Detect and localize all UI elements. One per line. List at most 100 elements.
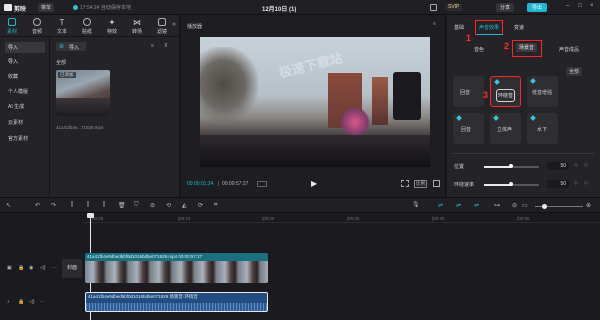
- expand-tabs-icon[interactable]: »: [172, 21, 176, 28]
- diamond-icon: [530, 115, 536, 121]
- crop-icon[interactable]: ⌗: [214, 202, 217, 209]
- split-left-icon[interactable]: ⫿: [87, 202, 89, 209]
- video-track-mute-icon[interactable]: ◁): [40, 265, 46, 271]
- effect-card-underwater[interactable]: 水下: [527, 113, 558, 144]
- layout-icon[interactable]: [430, 4, 437, 11]
- tab-basic[interactable]: 基础: [454, 24, 464, 31]
- play-icon[interactable]: ▶: [311, 179, 317, 188]
- effect-card-echo-2[interactable]: 回音: [453, 113, 484, 144]
- delete-icon[interactable]: 🗑: [118, 202, 126, 209]
- effect-card-echo[interactable]: 回音: [453, 76, 484, 107]
- zoom-slider-knob[interactable]: [542, 204, 547, 209]
- filter-dropdown[interactable]: 全部: [566, 67, 583, 76]
- ratio-button[interactable]: 比例: [414, 180, 427, 188]
- video-clip-title: 41a41fb4e9dbed5bf0d1016bd5e071929.mp4 00…: [87, 254, 203, 259]
- annotation-2: 2: [504, 41, 510, 51]
- maximize-icon[interactable]: □: [578, 3, 582, 9]
- player-menu-icon[interactable]: ≡: [433, 21, 436, 27]
- cover-button[interactable]: 封面: [62, 259, 82, 278]
- top-bar: 剪映 菜单 17:54:24 自动保存本地 12月10日 (1) SVIP 分享…: [0, 0, 600, 15]
- side-menu-item-ai[interactable]: AI 生成: [8, 103, 24, 110]
- side-menu-item-import[interactable]: 导入: [8, 58, 18, 65]
- minimize-icon[interactable]: –: [566, 3, 569, 9]
- undo-icon[interactable]: ↶: [35, 202, 40, 209]
- position-keyframe-icon[interactable]: ◇: [584, 162, 588, 168]
- sparkle-icon: ✦: [108, 18, 116, 27]
- playhead-handle[interactable]: [87, 213, 94, 218]
- tab-transition[interactable]: ⋈ 转场: [128, 18, 146, 35]
- side-menu-item-cloud[interactable]: 云素材: [8, 119, 23, 126]
- link-main-icon[interactable]: ⇌: [438, 202, 443, 209]
- speed-slider-knob[interactable]: [509, 182, 513, 186]
- sort-icon[interactable]: ≡: [151, 43, 154, 49]
- freeze-icon[interactable]: ⊘: [150, 202, 155, 209]
- caption-icon[interactable]: ▭: [522, 202, 528, 209]
- tab-sticker[interactable]: 贴纸: [78, 18, 96, 35]
- mark-icon[interactable]: ⛉: [134, 202, 139, 209]
- audio-clip-title: 41a41fb4e9dbed5bf0d1016bd5e071929 场景音·环绕…: [88, 294, 198, 299]
- video-track-lock-icon[interactable]: ▣: [7, 265, 12, 271]
- audio-track-mute-icon[interactable]: ◁): [29, 299, 35, 305]
- import-button[interactable]: ⊕ 导入: [56, 42, 86, 51]
- audio-track-more-icon[interactable]: ⋯: [40, 299, 45, 305]
- subtab-finished-sound[interactable]: 声音成品: [559, 46, 579, 53]
- side-menu-item-templates[interactable]: 个人模版: [8, 88, 28, 95]
- select-tool-icon[interactable]: ↖: [6, 202, 11, 209]
- audio-track-lock-icon[interactable]: 🔒: [18, 299, 24, 305]
- svip-badge[interactable]: SVIP: [445, 3, 463, 11]
- redo-icon[interactable]: ↷: [51, 202, 56, 209]
- speed-keyframe-icon[interactable]: ◇: [584, 180, 588, 186]
- speed-value[interactable]: 50: [547, 180, 569, 188]
- position-value[interactable]: 50: [547, 162, 569, 170]
- video-track-lock2-icon[interactable]: 🔒: [18, 265, 24, 271]
- export-button[interactable]: 导出: [527, 3, 548, 12]
- preview-axis-icon[interactable]: ⊶: [494, 202, 500, 209]
- position-slider-knob[interactable]: [509, 164, 513, 168]
- card-label: 低音增强: [532, 90, 553, 96]
- tab-sound-effects[interactable]: 声音效果: [475, 20, 504, 35]
- fit-screen-icon[interactable]: [401, 180, 409, 187]
- tab-text[interactable]: T 文本: [53, 18, 71, 35]
- tab-effects[interactable]: ✦ 特效: [103, 18, 121, 35]
- split-right-icon[interactable]: ⫿: [103, 202, 105, 209]
- share-button[interactable]: 分享: [496, 3, 515, 12]
- rotate-icon[interactable]: ⟳: [198, 202, 203, 209]
- side-menu-item-import-active[interactable]: 导入: [5, 42, 45, 53]
- video-track-hide-icon[interactable]: ◉: [29, 265, 33, 271]
- tab-filter[interactable]: 滤镜: [153, 18, 171, 35]
- zoom-out-icon[interactable]: ⊖: [512, 202, 517, 209]
- close-icon[interactable]: ×: [590, 3, 594, 9]
- audio-waveform: [86, 303, 267, 311]
- project-title: 12月10日 (1): [262, 7, 297, 13]
- record-icon[interactable]: 🎙: [412, 201, 420, 208]
- reverse-icon[interactable]: ⟲: [166, 202, 171, 209]
- video-track-more-icon[interactable]: ⋯: [51, 265, 56, 271]
- transition-icon: ⋈: [133, 18, 141, 27]
- menu-button[interactable]: 菜单: [38, 3, 55, 12]
- timecode-icon[interactable]: [257, 181, 267, 187]
- snap-icon[interactable]: ⇌: [474, 202, 479, 209]
- scroll-divider: [453, 153, 594, 154]
- filter-dropdown-icon[interactable]: ⊽: [164, 43, 168, 49]
- video-clip[interactable]: 41a41fb4e9dbed5bf0d1016bd5e071929.mp4 00…: [85, 253, 268, 283]
- effect-card-stereo[interactable]: 立体声: [490, 113, 521, 144]
- split-icon[interactable]: ⫿: [71, 202, 73, 209]
- subtab-voice[interactable]: 音色: [474, 46, 484, 53]
- fullscreen-icon[interactable]: [433, 180, 440, 187]
- subtab-scene[interactable]: 场景音: [516, 43, 538, 52]
- link-audio-icon[interactable]: ⇌: [456, 202, 461, 209]
- zoom-in-icon[interactable]: ⊕: [586, 202, 591, 209]
- side-menu-item-favorites[interactable]: 收藏: [8, 73, 18, 80]
- position-reset-icon[interactable]: ◇: [574, 162, 578, 168]
- effect-card-surround[interactable]: 环绕音: [490, 76, 521, 107]
- tab-speed[interactable]: 变速: [514, 24, 524, 31]
- tab-audio[interactable]: 音频: [28, 18, 46, 35]
- side-menu-item-official[interactable]: 官方素材: [8, 135, 28, 142]
- tab-media[interactable]: 素材: [3, 18, 21, 35]
- parade-float: [340, 107, 370, 137]
- audio-clip[interactable]: 41a41fb4e9dbed5bf0d1016bd5e071929 场景音·环绕…: [85, 292, 268, 312]
- speed-reset-icon[interactable]: ◇: [574, 180, 578, 186]
- effect-card-bass-boost[interactable]: 低音增强: [527, 76, 558, 107]
- media-thumbnail[interactable]: 已添加: [56, 70, 110, 116]
- mirror-icon[interactable]: ◭: [182, 202, 187, 209]
